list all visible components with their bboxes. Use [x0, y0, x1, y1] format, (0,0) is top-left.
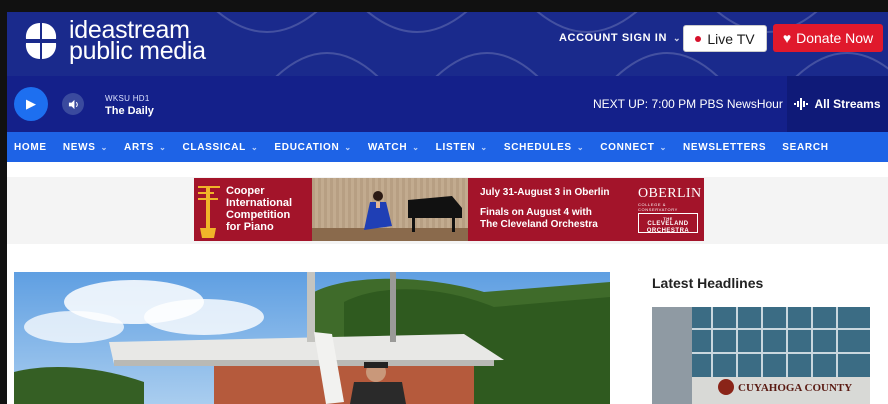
- main-navigation: HOME NEWS ⌄ ARTS ⌄ CLASSICAL ⌄ EDUCATION ⌄ WATCH ⌄…: [7, 132, 888, 162]
- headline-image[interactable]: CUYAHOGA COUNTY: [652, 307, 870, 404]
- nav-item-label: CLASSICAL: [182, 141, 246, 153]
- donate-button[interactable]: ♥ Donate Now: [773, 24, 883, 52]
- chevron-down-icon: ⌄: [251, 142, 259, 152]
- nav-item-schedules[interactable]: SCHEDULES ⌄: [504, 142, 584, 153]
- nav-item-newsletters[interactable]: NEWSLETTERS: [683, 142, 766, 153]
- account-sign-in-label: ACCOUNT SIGN IN: [559, 32, 667, 44]
- nav-item-education[interactable]: EDUCATION ⌄: [274, 142, 351, 153]
- program-name: The Daily: [105, 105, 154, 117]
- nav-item-label: NEWS: [62, 141, 96, 153]
- cleveland-line-2: CLEVELAND: [647, 221, 689, 227]
- live-dot-icon: [695, 35, 702, 42]
- all-streams-label: All Streams: [814, 97, 881, 111]
- ad-title: Cooper International Competition for Pia…: [226, 185, 292, 233]
- ad-finals-line-1: Finals on August 4 with: [480, 207, 592, 218]
- live-tv-button[interactable]: Live TV: [683, 25, 767, 52]
- next-up-text: NEXT UP: 7:00 PM PBS NewsHour: [593, 97, 783, 111]
- featured-photo: [14, 272, 610, 404]
- nav-item-label: ARTS: [124, 141, 155, 153]
- nav-item-connect[interactable]: CONNECT ⌄: [600, 142, 667, 153]
- pianist-photo: [312, 178, 468, 241]
- live-tv-label: Live TV: [707, 30, 755, 47]
- all-streams-button[interactable]: All Streams: [787, 76, 888, 132]
- nav-item-arts[interactable]: ARTS ⌄: [124, 142, 166, 153]
- ad-title-line-2: International: [226, 197, 293, 209]
- audio-player-bar: ▶ WKSU HD1 The Daily NEXT UP: 7:00 PM PB…: [7, 76, 888, 132]
- pianist-illustration: [312, 178, 468, 241]
- chevron-down-icon: ⌄: [100, 142, 109, 152]
- chevron-down-icon: ⌄: [480, 142, 488, 152]
- volume-button[interactable]: [62, 93, 84, 115]
- latest-headlines-heading: Latest Headlines: [652, 275, 764, 291]
- site-logo[interactable]: ideastream public media: [21, 18, 206, 65]
- ad-finals: Finals on August 4 with The Cleveland Or…: [480, 207, 598, 231]
- nav-item-label: SCHEDULES: [503, 141, 572, 153]
- chevron-down-icon: ⌄: [659, 142, 667, 152]
- nav-item-label: CONNECT: [600, 141, 655, 153]
- nav-item-label: NEWSLETTERS: [682, 141, 767, 153]
- nav-item-label: HOME: [14, 141, 47, 153]
- oberlin-logo: OBERLIN: [638, 186, 702, 201]
- featured-story-image[interactable]: [14, 272, 610, 404]
- nav-item-classical[interactable]: CLASSICAL ⌄: [182, 142, 258, 153]
- county-building-photo: CUYAHOGA COUNTY: [652, 307, 870, 404]
- streams-icon: [794, 98, 809, 110]
- ad-dates: July 31-August 3 in Oberlin: [480, 187, 610, 198]
- ad-title-line-3: Competition: [226, 209, 291, 221]
- page: ideastream public media ACCOUNT SIGN IN …: [7, 12, 888, 404]
- nav-item-label: WATCH: [367, 141, 408, 153]
- ad-right-panel: July 31-August 3 in Oberlin Finals on Au…: [468, 178, 704, 241]
- oberlin-subtitle: COLLEGE & CONSERVATORY: [638, 202, 678, 212]
- logo-wordmark: ideastream public media: [69, 18, 206, 65]
- site-header: ideastream public media ACCOUNT SIGN IN …: [7, 12, 888, 76]
- account-sign-in[interactable]: ACCOUNT SIGN IN ⌄: [559, 32, 681, 44]
- trophy-icon: [198, 186, 220, 238]
- speaker-icon: [68, 99, 78, 109]
- play-button[interactable]: ▶: [14, 87, 48, 121]
- logo-line-2: public media: [69, 37, 206, 65]
- nav-item-label: SEARCH: [782, 141, 829, 153]
- chevron-down-icon: ⌄: [159, 142, 167, 152]
- station-name: WKSU HD1: [105, 94, 150, 103]
- chevron-down-icon: ⌄: [344, 142, 352, 152]
- ideastream-logo-icon: [25, 23, 57, 59]
- nav-item-news[interactable]: NEWS ⌄: [63, 142, 108, 153]
- donate-label: Donate Now: [796, 30, 874, 46]
- cleveland-line-3: ORCHESTRA: [646, 228, 690, 234]
- county-sign-text: CUYAHOGA COUNTY: [738, 382, 852, 394]
- chevron-down-icon: ⌄: [673, 32, 682, 43]
- chevron-down-icon: ⌄: [412, 142, 420, 152]
- nav-item-label: EDUCATION: [274, 141, 340, 153]
- ad-left-panel: Cooper International Competition for Pia…: [194, 178, 312, 241]
- ad-title-line-4: for Piano: [226, 221, 274, 233]
- ad-banner-area: Cooper International Competition for Pia…: [7, 177, 888, 244]
- ad-finals-line-2: The Cleveland Orchestra: [480, 219, 598, 230]
- nav-item-listen[interactable]: LISTEN ⌄: [436, 142, 488, 153]
- nav-item-home[interactable]: HOME: [14, 142, 47, 153]
- cleveland-orchestra-logo: THE CLEVELAND ORCHESTRA: [638, 213, 698, 234]
- ad-title-line-1: Cooper: [226, 185, 265, 197]
- play-icon: ▶: [26, 96, 36, 111]
- heart-icon: ♥: [782, 30, 792, 46]
- nav-item-watch[interactable]: WATCH ⌄: [368, 142, 420, 153]
- nav-item-search[interactable]: SEARCH: [782, 142, 828, 153]
- piano-competition-ad[interactable]: Cooper International Competition for Pia…: [194, 178, 704, 241]
- chevron-down-icon: ⌄: [576, 142, 585, 152]
- nav-item-label: LISTEN: [435, 141, 476, 153]
